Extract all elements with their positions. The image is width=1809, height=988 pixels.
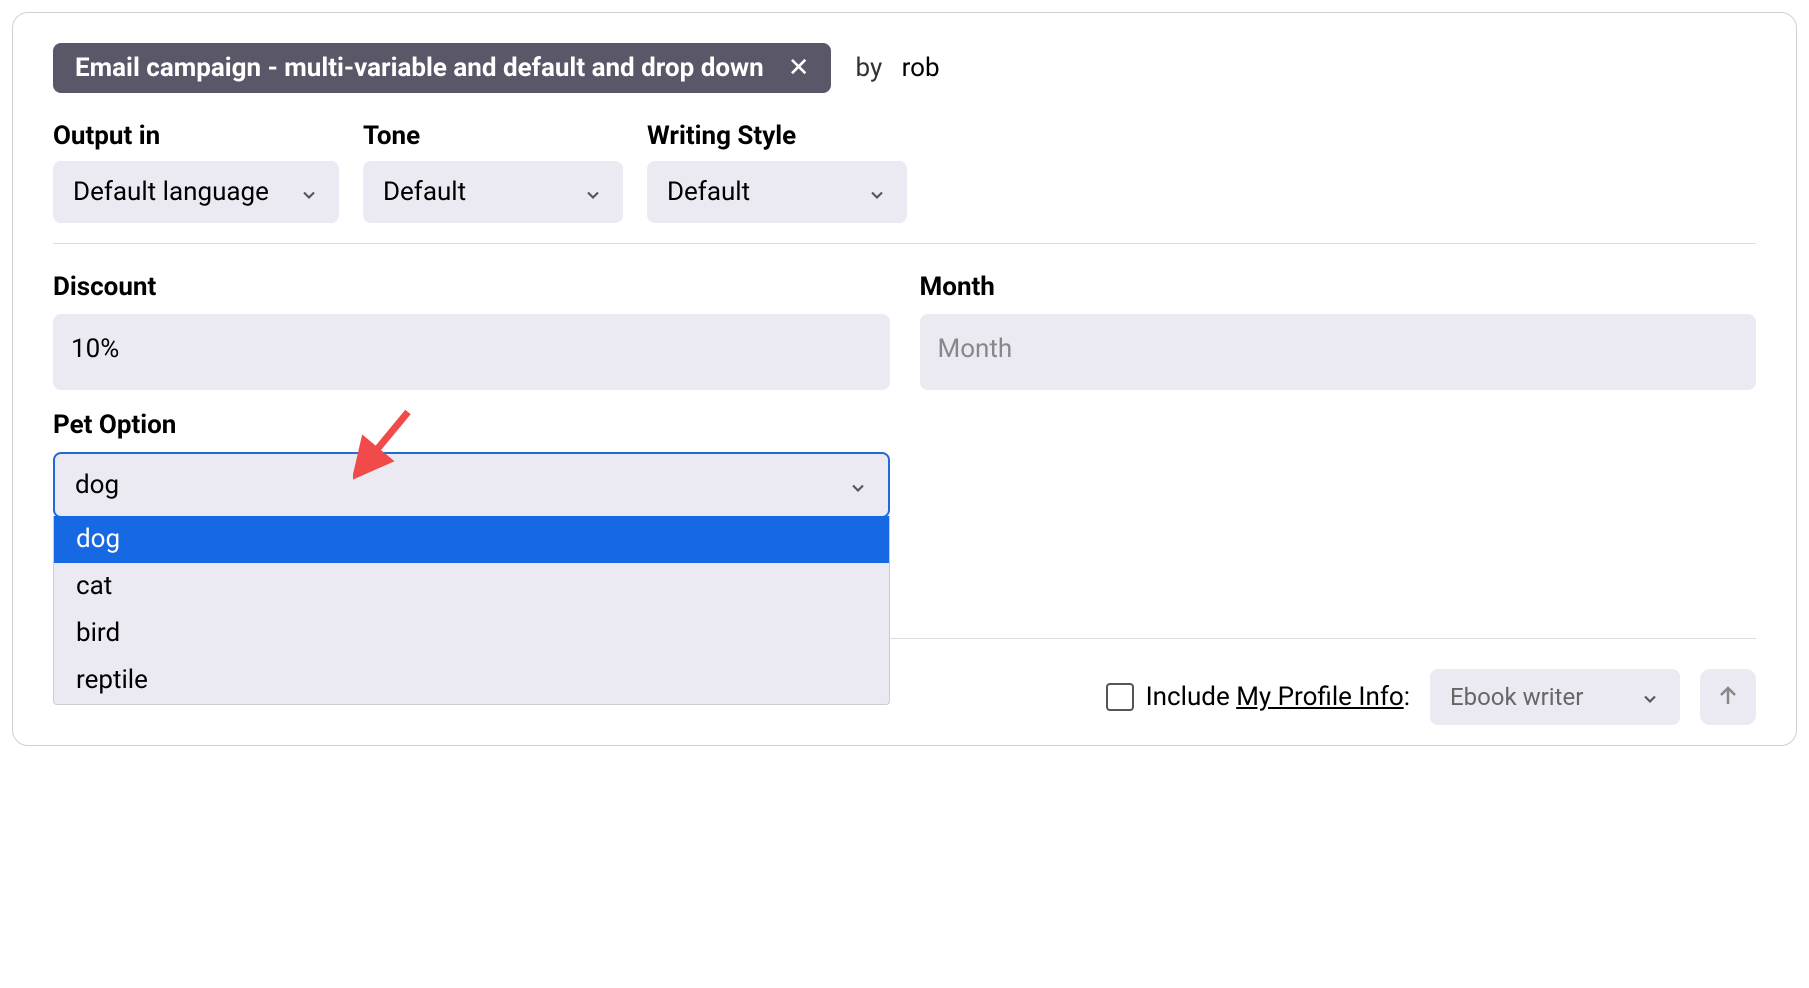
pet-option-item-cat[interactable]: cat (54, 563, 889, 610)
submit-button[interactable] (1700, 669, 1756, 725)
month-input[interactable] (920, 314, 1757, 390)
by-label: by (855, 53, 882, 83)
campaign-title-chip: Email campaign - multi-variable and defa… (53, 43, 831, 93)
include-suffix: : (1404, 682, 1410, 712)
tone-value: Default (383, 177, 466, 207)
include-profile-checkbox[interactable] (1106, 683, 1134, 711)
pet-row: Pet Option dog (53, 410, 1756, 518)
writing-style-label: Writing Style (647, 121, 907, 151)
pet-select-wrapper: dog dog cat bird reptile (53, 452, 890, 518)
writing-style-group: Writing Style Default (647, 121, 907, 223)
output-in-label: Output in (53, 121, 339, 151)
pet-option-item-bird[interactable]: bird (54, 610, 889, 657)
pet-option-group: Pet Option dog (53, 410, 890, 518)
output-in-value: Default language (73, 177, 269, 207)
chevron-down-icon (848, 475, 868, 495)
pet-option-select[interactable]: dog (53, 452, 890, 518)
divider (53, 243, 1756, 244)
chevron-down-icon (299, 182, 319, 202)
tone-group: Tone Default (363, 121, 623, 223)
writing-style-value: Default (667, 177, 750, 207)
chevron-down-icon (1640, 687, 1660, 707)
chevron-down-icon (583, 182, 603, 202)
discount-label: Discount (53, 272, 890, 302)
form-grid: Discount Month (53, 272, 1756, 390)
tone-select[interactable]: Default (363, 161, 623, 223)
byline: by rob (855, 53, 939, 83)
arrow-up-icon (1716, 684, 1740, 711)
include-profile-wrap: Include My Profile Info: (1106, 682, 1410, 712)
pet-option-item-reptile[interactable]: reptile (54, 657, 889, 704)
discount-group: Discount (53, 272, 890, 390)
month-label: Month (920, 272, 1757, 302)
include-link[interactable]: My Profile Info (1236, 682, 1404, 712)
profile-value: Ebook writer (1450, 683, 1583, 711)
profile-select[interactable]: Ebook writer (1430, 669, 1680, 725)
pet-option-item-dog[interactable]: dog (54, 516, 889, 563)
pet-option-value: dog (75, 470, 119, 500)
include-profile-label: Include My Profile Info: (1146, 682, 1410, 712)
tone-label: Tone (363, 121, 623, 151)
top-selects-row: Output in Default language Tone Default … (53, 121, 1756, 223)
chevron-down-icon (867, 182, 887, 202)
header-row: Email campaign - multi-variable and defa… (53, 43, 1756, 93)
month-group: Month (920, 272, 1757, 390)
form-card: Email campaign - multi-variable and defa… (12, 12, 1797, 746)
pet-option-label: Pet Option (53, 410, 890, 440)
author-name: rob (902, 53, 940, 83)
include-prefix: Include (1146, 682, 1237, 712)
output-in-group: Output in Default language (53, 121, 339, 223)
pet-option-dropdown: dog cat bird reptile (53, 516, 890, 705)
writing-style-select[interactable]: Default (647, 161, 907, 223)
output-in-select[interactable]: Default language (53, 161, 339, 223)
discount-input[interactable] (53, 314, 890, 390)
campaign-title: Email campaign - multi-variable and defa… (75, 53, 764, 83)
close-icon[interactable]: ✕ (788, 55, 810, 81)
